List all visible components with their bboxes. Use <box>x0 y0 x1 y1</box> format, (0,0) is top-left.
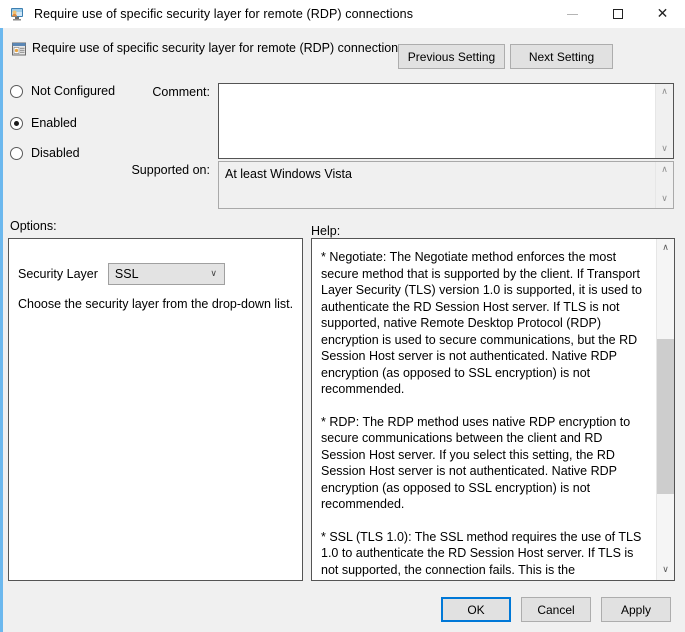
comment-textarea[interactable]: ∧ ∨ <box>218 83 674 159</box>
supported-on-scrollbar[interactable]: ∧ ∨ <box>655 162 673 208</box>
comment-value[interactable] <box>219 84 655 158</box>
comment-label: Comment: <box>152 85 210 99</box>
maximize-button[interactable] <box>595 0 640 28</box>
radio-enabled-indicator <box>10 116 23 130</box>
security-layer-value: SSL <box>114 267 139 281</box>
close-button[interactable]: ✕ <box>640 0 685 28</box>
minimize-button[interactable] <box>550 0 595 28</box>
supported-on-textarea: At least Windows Vista ∧ ∨ <box>218 161 674 209</box>
maximize-icon <box>612 9 623 19</box>
supported-on-value: At least Windows Vista <box>225 167 352 181</box>
scroll-down-icon[interactable]: ∨ <box>661 191 668 208</box>
window-controls: ✕ <box>550 0 685 28</box>
help-panel: * Negotiate: The Negotiate method enforc… <box>311 238 675 581</box>
security-layer-description: Choose the security layer from the drop-… <box>18 297 294 311</box>
comment-scrollbar[interactable]: ∧ ∨ <box>655 84 673 158</box>
group-policy-setting-dialog: Require use of specific security layer f… <box>0 0 685 632</box>
title-bar: Require use of specific security layer f… <box>0 0 685 28</box>
window-title: Require use of specific security layer f… <box>34 7 414 21</box>
radio-disabled-label: Disabled <box>31 146 80 160</box>
close-icon: ✕ <box>656 6 669 22</box>
help-scrollbar[interactable]: ∧ ∨ <box>656 239 674 580</box>
scroll-up-icon[interactable]: ∧ <box>661 162 668 179</box>
scroll-down-icon[interactable]: ∨ <box>657 566 674 575</box>
next-setting-button[interactable]: Next Setting <box>510 44 613 69</box>
radio-disabled-indicator <box>10 146 23 160</box>
radio-enabled-label: Enabled <box>31 116 77 130</box>
radio-not-configured-indicator <box>10 84 23 98</box>
scrollbar-thumb[interactable] <box>657 339 674 494</box>
help-paragraph-negotiate: * Negotiate: The Negotiate method enforc… <box>321 250 642 396</box>
options-section-label: Options: <box>10 219 57 233</box>
scroll-down-icon[interactable]: ∨ <box>661 141 668 158</box>
scroll-up-icon[interactable]: ∧ <box>661 84 668 101</box>
chevron-down-icon: ∨ <box>210 268 217 279</box>
help-text-body: * Negotiate: The Negotiate method enforc… <box>312 239 656 580</box>
options-panel: Security Layer SSL ∨ Choose the security… <box>8 238 303 581</box>
security-layer-label: Security Layer <box>18 267 98 281</box>
minimize-icon <box>567 13 578 15</box>
security-layer-dropdown[interactable]: SSL ∨ <box>107 263 225 285</box>
remote-desktop-computer-icon <box>9 6 25 22</box>
radio-enabled[interactable]: Enabled <box>10 116 77 130</box>
apply-button[interactable]: Apply <box>601 597 671 622</box>
previous-setting-button[interactable]: Previous Setting <box>398 44 505 69</box>
scroll-up-icon[interactable]: ∧ <box>657 244 674 253</box>
radio-disabled[interactable]: Disabled <box>10 146 80 160</box>
group-policy-setting-icon <box>11 41 27 57</box>
cancel-button[interactable]: Cancel <box>521 597 591 622</box>
window-left-accent-border <box>0 28 3 632</box>
ok-button[interactable]: OK <box>441 597 511 622</box>
help-section-label: Help: <box>311 224 341 238</box>
help-paragraph-ssl: * SSL (TLS 1.0): The SSL method requires… <box>321 529 642 581</box>
setting-title: Require use of specific security layer f… <box>32 41 405 55</box>
help-paragraph-rdp: * RDP: The RDP method uses native RDP en… <box>321 414 631 512</box>
supported-on-label: Supported on: <box>131 163 210 177</box>
security-layer-row: Security Layer SSL ∨ <box>18 263 225 285</box>
